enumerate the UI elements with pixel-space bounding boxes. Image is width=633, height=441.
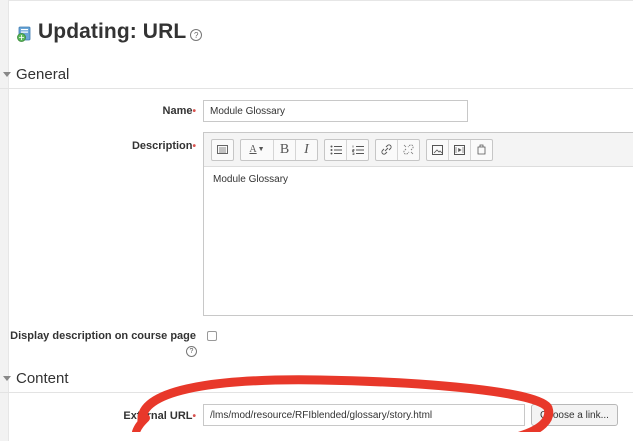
- image-icon[interactable]: [427, 139, 449, 160]
- external-url-label: External URL•: [0, 410, 196, 422]
- bold-icon[interactable]: B: [274, 139, 296, 160]
- unlink-icon[interactable]: [398, 140, 419, 160]
- display-description-checkbox[interactable]: [207, 331, 217, 341]
- required-icon: •: [192, 141, 196, 152]
- editor-toolbar: A ▼ B I: [204, 133, 633, 167]
- toolbar-group-links: [375, 138, 420, 161]
- section-general-title: General: [16, 65, 70, 83]
- display-description-label: Display description on course page: [10, 330, 196, 342]
- section-general-header[interactable]: General: [0, 60, 633, 89]
- font-size-icon[interactable]: A ▼: [241, 139, 274, 160]
- toolbar-group-style: A ▼ B I: [240, 138, 318, 161]
- name-label: Name•: [0, 105, 196, 117]
- bold-label: B: [279, 141, 290, 157]
- help-icon[interactable]: ?: [186, 346, 197, 357]
- description-label-text: Description: [131, 140, 193, 152]
- ordered-list-icon[interactable]: [347, 140, 368, 160]
- section-content-header[interactable]: Content: [0, 364, 633, 393]
- link-icon[interactable]: [376, 139, 398, 160]
- media-icon[interactable]: [449, 139, 471, 160]
- required-icon: •: [192, 106, 196, 117]
- collapse-caret-icon[interactable]: [3, 71, 11, 77]
- choose-link-button-label: Choose a link...: [540, 409, 609, 421]
- external-url-label-text: External URL: [123, 410, 193, 422]
- url-module-icon: [17, 26, 31, 42]
- toolbar-group-media: [426, 138, 493, 161]
- section-content-title: Content: [16, 369, 69, 387]
- unordered-list-icon[interactable]: [325, 139, 347, 160]
- name-input-value: Module Glossary: [210, 105, 286, 117]
- required-icon: •: [192, 411, 196, 422]
- toolbar-toggle-icon[interactable]: [212, 140, 233, 160]
- description-editor-content[interactable]: Module Glossary: [204, 167, 633, 192]
- italic-icon[interactable]: I: [296, 140, 317, 160]
- external-url-input-value: /lms/mod/resource/RFIblended/glossary/st…: [210, 409, 433, 421]
- page-title: Updating: URL ?: [16, 18, 203, 46]
- description-editor[interactable]: A ▼ B I Module Glossary: [203, 132, 633, 316]
- description-label: Description•: [0, 140, 196, 152]
- page-title-text: Updating: URL: [38, 20, 187, 43]
- manage-files-icon[interactable]: [471, 140, 492, 160]
- name-input[interactable]: Module Glossary: [203, 100, 468, 122]
- external-url-input[interactable]: /lms/mod/resource/RFIblended/glossary/st…: [203, 404, 525, 426]
- font-size-label: A: [249, 144, 257, 155]
- name-label-text: Name: [162, 105, 193, 117]
- toolbar-group-lists: [324, 138, 369, 161]
- toolbar-group-toggle: [211, 138, 234, 161]
- italic-label: I: [304, 141, 309, 157]
- collapse-caret-icon[interactable]: [3, 375, 11, 381]
- help-icon[interactable]: ?: [190, 29, 203, 41]
- choose-link-button[interactable]: Choose a link...: [531, 404, 618, 426]
